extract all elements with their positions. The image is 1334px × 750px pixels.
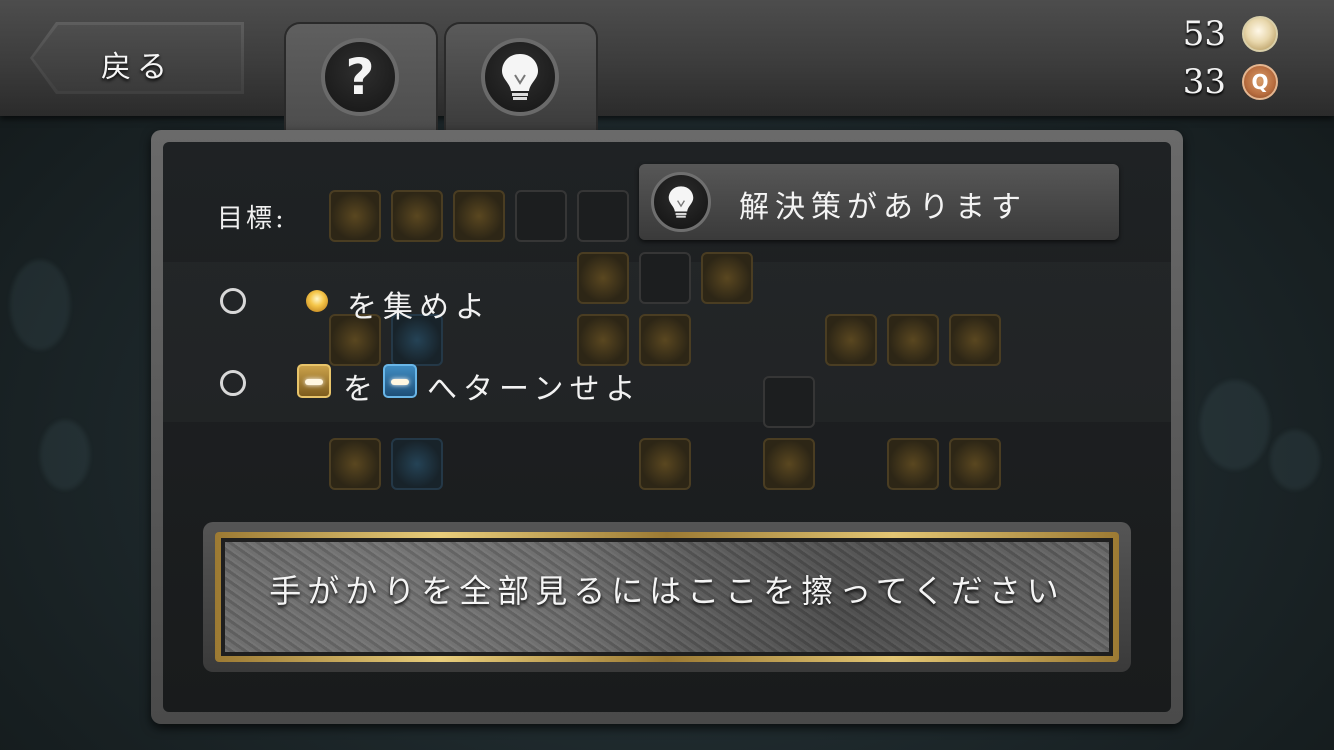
level-tile bbox=[391, 438, 443, 490]
level-tile bbox=[825, 314, 877, 366]
gold-coin-icon bbox=[1242, 16, 1278, 52]
coin-counter: 53 bbox=[1118, 14, 1278, 54]
level-tile bbox=[639, 252, 691, 304]
solution-button-label: 解決策があります bbox=[739, 190, 1027, 225]
question-icon: ? bbox=[321, 38, 399, 116]
level-tile bbox=[701, 252, 753, 304]
level-tile bbox=[329, 190, 381, 242]
top-bar: 戻る ? 53 33 Q bbox=[0, 0, 1334, 148]
blue-tile-icon bbox=[383, 364, 417, 398]
level-tile bbox=[639, 438, 691, 490]
level-tile bbox=[515, 190, 567, 242]
level-tile bbox=[639, 314, 691, 366]
level-tile bbox=[577, 314, 629, 366]
scratch-card[interactable]: 手がかりを全部見るにはここを擦ってください bbox=[203, 522, 1131, 672]
back-button-label: 戻る bbox=[101, 50, 173, 85]
background-blob bbox=[40, 420, 90, 490]
background-blob bbox=[1200, 380, 1270, 470]
hint-panel-inner: 目標: 解決策があります を集めよ を へターンせよ 手がかりを全部見るにはここ… bbox=[163, 142, 1171, 712]
background-blob bbox=[1270, 430, 1320, 490]
level-tile bbox=[329, 438, 381, 490]
objective-checkbox-2[interactable] bbox=[220, 370, 246, 396]
q-coin-icon: Q bbox=[1242, 64, 1278, 100]
coin-count: 53 bbox=[1182, 14, 1226, 54]
level-tile bbox=[453, 190, 505, 242]
gold-orb-icon bbox=[306, 290, 328, 312]
level-tile bbox=[763, 438, 815, 490]
level-tile bbox=[577, 190, 629, 242]
level-tile bbox=[763, 376, 815, 428]
level-tile bbox=[887, 438, 939, 490]
objective-2-text-b: へターンせよ bbox=[427, 372, 642, 407]
hint-panel: 目標: 解決策があります を集めよ を へターンせよ 手がかりを全部見るにはここ… bbox=[151, 130, 1183, 724]
goal-label: 目標: bbox=[217, 204, 287, 234]
q-count: 33 bbox=[1182, 62, 1226, 102]
level-tile bbox=[949, 314, 1001, 366]
objective-2-text-a: を bbox=[343, 372, 379, 407]
solution-button[interactable]: 解決策があります bbox=[639, 164, 1119, 240]
gold-tile-icon bbox=[297, 364, 331, 398]
objective-1-text: を集めよ bbox=[347, 290, 491, 325]
objective-checkbox-1[interactable] bbox=[220, 288, 246, 314]
level-tile bbox=[949, 438, 1001, 490]
q-counter: 33 Q bbox=[1118, 62, 1278, 102]
lightbulb-icon bbox=[481, 38, 559, 116]
level-tile bbox=[391, 190, 443, 242]
level-tile bbox=[577, 252, 629, 304]
background-blob bbox=[10, 260, 70, 350]
back-button[interactable]: 戻る bbox=[30, 22, 244, 94]
level-tile bbox=[887, 314, 939, 366]
lightbulb-icon bbox=[651, 172, 711, 232]
tab-hint[interactable] bbox=[444, 22, 598, 134]
scratch-instruction: 手がかりを全部見るにはここを擦ってください bbox=[269, 572, 1065, 610]
